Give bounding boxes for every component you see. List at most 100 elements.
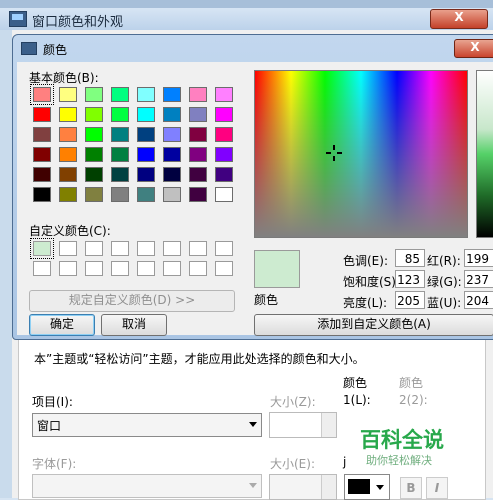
basic-color-swatch[interactable] [33, 127, 51, 142]
luminance-slider[interactable] [476, 70, 493, 238]
custom-color-swatch[interactable] [137, 241, 155, 256]
color-dialog-title: 颜色 [43, 43, 68, 57]
basic-colors-label: 基本颜色(B): [29, 71, 99, 85]
basic-color-swatch[interactable] [85, 187, 103, 202]
saturation-label: 饱和度(S): [343, 275, 401, 289]
color-spectrum[interactable] [254, 70, 468, 238]
basic-color-swatch[interactable] [33, 187, 51, 202]
basic-color-swatch[interactable] [215, 107, 233, 122]
custom-color-swatch[interactable] [137, 261, 155, 276]
basic-color-swatch[interactable] [85, 87, 103, 102]
custom-color-swatch[interactable] [215, 261, 233, 276]
basic-color-swatch[interactable] [163, 187, 181, 202]
basic-color-swatch[interactable] [189, 87, 207, 102]
custom-color-swatch[interactable] [33, 261, 51, 276]
custom-color-swatch[interactable] [215, 241, 233, 256]
basic-color-swatch[interactable] [189, 147, 207, 162]
bold-button[interactable]: B [400, 477, 422, 499]
font-size-spinner[interactable] [269, 474, 337, 500]
chevron-down-icon [249, 422, 257, 427]
basic-color-swatch[interactable] [33, 167, 51, 182]
basic-color-swatch[interactable] [111, 147, 129, 162]
add-to-custom-colors-button[interactable]: 添加到自定义颜色(A) [254, 314, 493, 336]
basic-color-swatch[interactable] [215, 147, 233, 162]
basic-color-swatch[interactable] [163, 87, 181, 102]
basic-color-swatch[interactable] [85, 147, 103, 162]
chevron-down-icon [249, 483, 257, 488]
custom-color-swatch[interactable] [189, 241, 207, 256]
red-label: 红(R): [427, 254, 461, 268]
basic-color-swatch[interactable] [137, 167, 155, 182]
basic-color-swatch[interactable] [59, 187, 77, 202]
basic-color-swatch[interactable] [137, 87, 155, 102]
basic-color-swatch[interactable] [111, 107, 129, 122]
size-label: 大小(Z): [270, 395, 316, 409]
spinner-buttons[interactable] [321, 413, 336, 437]
basic-color-swatch[interactable] [59, 87, 77, 102]
appearance-close-button[interactable]: X [430, 9, 488, 29]
luminance-input[interactable]: 205 [395, 291, 425, 309]
ok-button[interactable]: 确定 [29, 314, 95, 336]
watermark-text: 百科全说 [360, 428, 444, 452]
basic-color-swatch[interactable] [111, 87, 129, 102]
spinner-buttons[interactable] [321, 475, 336, 499]
basic-color-swatch[interactable] [111, 187, 129, 202]
blue-input[interactable]: 204 [464, 291, 493, 309]
font-label: 字体(F): [32, 457, 77, 471]
define-custom-colors-button[interactable]: 规定自定义颜色(D) >> [29, 290, 235, 312]
basic-color-swatch[interactable] [85, 167, 103, 182]
italic-button[interactable]: I [426, 477, 448, 499]
basic-color-swatch[interactable] [59, 107, 77, 122]
basic-color-swatch[interactable] [189, 187, 207, 202]
basic-color-swatch[interactable] [189, 107, 207, 122]
font-color-label: j [343, 455, 347, 469]
basic-color-swatch[interactable] [33, 107, 51, 122]
custom-color-swatch[interactable] [59, 261, 77, 276]
basic-color-swatch[interactable] [137, 107, 155, 122]
color-dialog-close-button[interactable]: X [454, 39, 493, 58]
basic-color-swatch[interactable] [137, 147, 155, 162]
basic-color-swatch[interactable] [85, 107, 103, 122]
basic-color-swatch[interactable] [59, 127, 77, 142]
basic-color-swatch[interactable] [189, 167, 207, 182]
basic-color-swatch[interactable] [163, 127, 181, 142]
basic-color-swatch[interactable] [30, 84, 54, 105]
basic-color-swatch[interactable] [215, 187, 233, 202]
item-select[interactable]: 窗口 [32, 413, 262, 437]
basic-color-swatch[interactable] [59, 147, 77, 162]
basic-color-swatch[interactable] [85, 127, 103, 142]
custom-color-swatch[interactable] [163, 241, 181, 256]
custom-color-swatch[interactable] [111, 241, 129, 256]
custom-color-swatch[interactable] [163, 261, 181, 276]
custom-color-swatch[interactable] [59, 241, 77, 256]
close-icon: X [454, 10, 464, 24]
basic-color-swatch[interactable] [189, 127, 207, 142]
basic-color-swatch[interactable] [137, 187, 155, 202]
basic-color-swatch[interactable] [137, 127, 155, 142]
basic-color-swatch[interactable] [215, 167, 233, 182]
size-spinner[interactable] [269, 412, 337, 438]
custom-color-swatch[interactable] [189, 261, 207, 276]
basic-color-swatch[interactable] [111, 127, 129, 142]
green-label: 绿(G): [427, 275, 462, 289]
basic-color-swatch[interactable] [59, 167, 77, 182]
red-input[interactable]: 199 [464, 249, 493, 267]
basic-color-swatch[interactable] [215, 87, 233, 102]
basic-color-swatch[interactable] [111, 167, 129, 182]
green-input[interactable]: 237 [464, 270, 493, 288]
basic-color-swatch[interactable] [215, 127, 233, 142]
custom-color-swatch[interactable] [30, 238, 54, 259]
saturation-input[interactable]: 123 [395, 270, 425, 288]
basic-color-swatch[interactable] [163, 147, 181, 162]
font-select[interactable] [32, 474, 262, 498]
hue-input[interactable]: 85 [395, 249, 425, 267]
custom-color-swatch[interactable] [85, 261, 103, 276]
basic-color-swatch[interactable] [163, 167, 181, 182]
font-color-picker[interactable] [344, 474, 390, 500]
basic-color-swatch[interactable] [33, 147, 51, 162]
preview-label: 颜色 [254, 293, 279, 307]
custom-color-swatch[interactable] [85, 241, 103, 256]
cancel-button[interactable]: 取消 [101, 314, 167, 336]
basic-color-swatch[interactable] [163, 107, 181, 122]
custom-color-swatch[interactable] [111, 261, 129, 276]
